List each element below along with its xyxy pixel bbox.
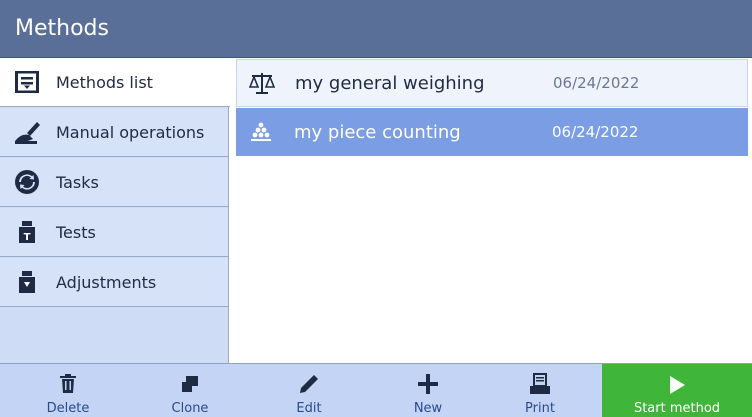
tests-weight-icon: T bbox=[12, 217, 42, 247]
methods-list: my general weighing 06/24/2022 my piece … bbox=[230, 58, 752, 363]
sidebar-item-manual-operations[interactable]: Manual operations bbox=[0, 108, 228, 157]
method-name: my piece counting bbox=[294, 121, 461, 143]
method-date: 06/24/2022 bbox=[552, 123, 639, 141]
sidebar-item-tests[interactable]: T Tests bbox=[0, 208, 228, 257]
method-date: 06/24/2022 bbox=[553, 74, 640, 92]
list-item[interactable]: my general weighing 06/24/2022 bbox=[236, 59, 748, 107]
sidebar-item-label: Manual operations bbox=[56, 122, 205, 142]
page-title: Methods bbox=[15, 16, 109, 41]
clone-icon bbox=[181, 369, 199, 399]
edit-button[interactable]: Edit bbox=[259, 364, 359, 417]
sidebar-item-tasks[interactable]: Tasks bbox=[0, 158, 228, 207]
play-icon bbox=[668, 375, 686, 399]
piece-counting-icon bbox=[246, 117, 276, 147]
balance-scale-icon bbox=[247, 68, 277, 98]
trash-icon bbox=[59, 369, 77, 399]
manual-operations-icon bbox=[12, 117, 42, 147]
sidebar-item-adjustments[interactable]: Adjustments bbox=[0, 258, 228, 307]
sidebar-item-label: Adjustments bbox=[56, 272, 157, 292]
pencil-icon bbox=[298, 369, 320, 399]
sidebar-item-label: Tasks bbox=[56, 172, 99, 192]
sidebar: Methods list Manual operations Tasks T T… bbox=[0, 58, 230, 363]
methods-list-icon bbox=[12, 67, 42, 97]
edit-label: Edit bbox=[296, 401, 322, 416]
start-method-label: Start method bbox=[633, 401, 721, 416]
print-button[interactable]: Print bbox=[490, 364, 590, 417]
plus-icon bbox=[417, 369, 439, 399]
delete-label: Delete bbox=[46, 401, 90, 416]
method-name: my general weighing bbox=[295, 72, 485, 94]
bottom-toolbar: Delete Clone Edit New Print Start method bbox=[0, 363, 752, 417]
delete-button[interactable]: Delete bbox=[18, 364, 118, 417]
printer-icon bbox=[529, 369, 551, 399]
adjustments-weight-icon bbox=[12, 267, 42, 297]
title-bar: Methods bbox=[0, 0, 752, 58]
print-label: Print bbox=[525, 401, 555, 416]
list-item-selected[interactable]: my piece counting 06/24/2022 bbox=[236, 108, 748, 156]
sidebar-item-label: Tests bbox=[56, 222, 96, 242]
sidebar-item-label: Methods list bbox=[56, 72, 153, 92]
clone-label: Clone bbox=[171, 401, 209, 416]
svg-text:T: T bbox=[24, 232, 31, 243]
clone-button[interactable]: Clone bbox=[140, 364, 240, 417]
new-button[interactable]: New bbox=[378, 364, 478, 417]
tasks-icon bbox=[12, 167, 42, 197]
sidebar-item-methods-list[interactable]: Methods list bbox=[0, 58, 230, 107]
new-label: New bbox=[413, 401, 443, 416]
start-method-button[interactable]: Start method bbox=[602, 364, 752, 417]
